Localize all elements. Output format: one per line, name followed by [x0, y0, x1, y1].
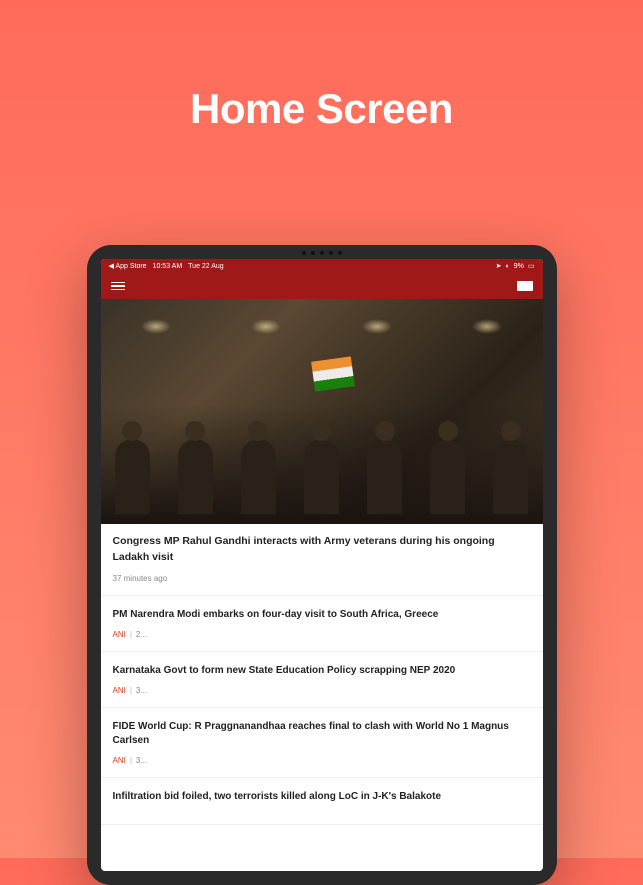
article-item[interactable]: Karnataka Govt to form new State Educati…: [101, 652, 543, 708]
article-source: ANI: [113, 630, 126, 639]
tablet-device-frame: ◀ App Store 10:53 AM Tue 22 Aug ➤ ◐ 9% ▭: [87, 245, 557, 885]
status-time: 10:53 AM: [153, 263, 183, 270]
back-to-app-store[interactable]: ◀ App Store: [109, 262, 147, 270]
app-header: [101, 273, 543, 299]
tablet-screen: ◀ App Store 10:53 AM Tue 22 Aug ➤ ◐ 9% ▭: [101, 259, 543, 871]
meta-separator: |: [130, 756, 132, 765]
status-bar: ◀ App Store 10:53 AM Tue 22 Aug ➤ ◐ 9% ▭: [101, 259, 543, 273]
article-meta-text: 3...: [136, 686, 147, 695]
meta-separator: |: [130, 686, 132, 695]
article-item[interactable]: FIDE World Cup: R Praggnanandhaa reaches…: [101, 708, 543, 778]
hero-timestamp: 37 minutes ago: [113, 574, 531, 583]
battery-icon: ▭: [528, 262, 535, 270]
flag-graphic: [311, 356, 355, 391]
article-meta-text: 3...: [136, 756, 147, 765]
article-headline: FIDE World Cup: R Praggnanandhaa reaches…: [113, 720, 531, 748]
article-item[interactable]: Infiltration bid foiled, two terrorists …: [101, 778, 543, 825]
battery-percent: 9%: [514, 263, 524, 270]
header-action-icon[interactable]: [517, 281, 533, 291]
article-headline: Karnataka Govt to form new State Educati…: [113, 664, 531, 678]
hero-headline: Congress MP Rahul Gandhi interacts with …: [113, 534, 531, 566]
page-title: Home Screen: [0, 0, 643, 133]
article-source: ANI: [113, 686, 126, 695]
article-headline: PM Narendra Modi embarks on four-day vis…: [113, 608, 531, 622]
menu-icon[interactable]: [111, 282, 125, 291]
article-headline: Infiltration bid foiled, two terrorists …: [113, 790, 531, 804]
article-item[interactable]: PM Narendra Modi embarks on four-day vis…: [101, 596, 543, 652]
wifi-icon: ◐: [506, 263, 510, 270]
location-icon: ➤: [496, 262, 502, 270]
status-date: Tue 22 Aug: [188, 263, 224, 270]
meta-separator: |: [130, 630, 132, 639]
article-source: ANI: [113, 756, 126, 765]
article-meta-text: 2...: [136, 630, 147, 639]
tablet-camera-notch: [302, 251, 342, 255]
hero-article[interactable]: Congress MP Rahul Gandhi interacts with …: [101, 299, 543, 596]
hero-image: [101, 299, 543, 524]
